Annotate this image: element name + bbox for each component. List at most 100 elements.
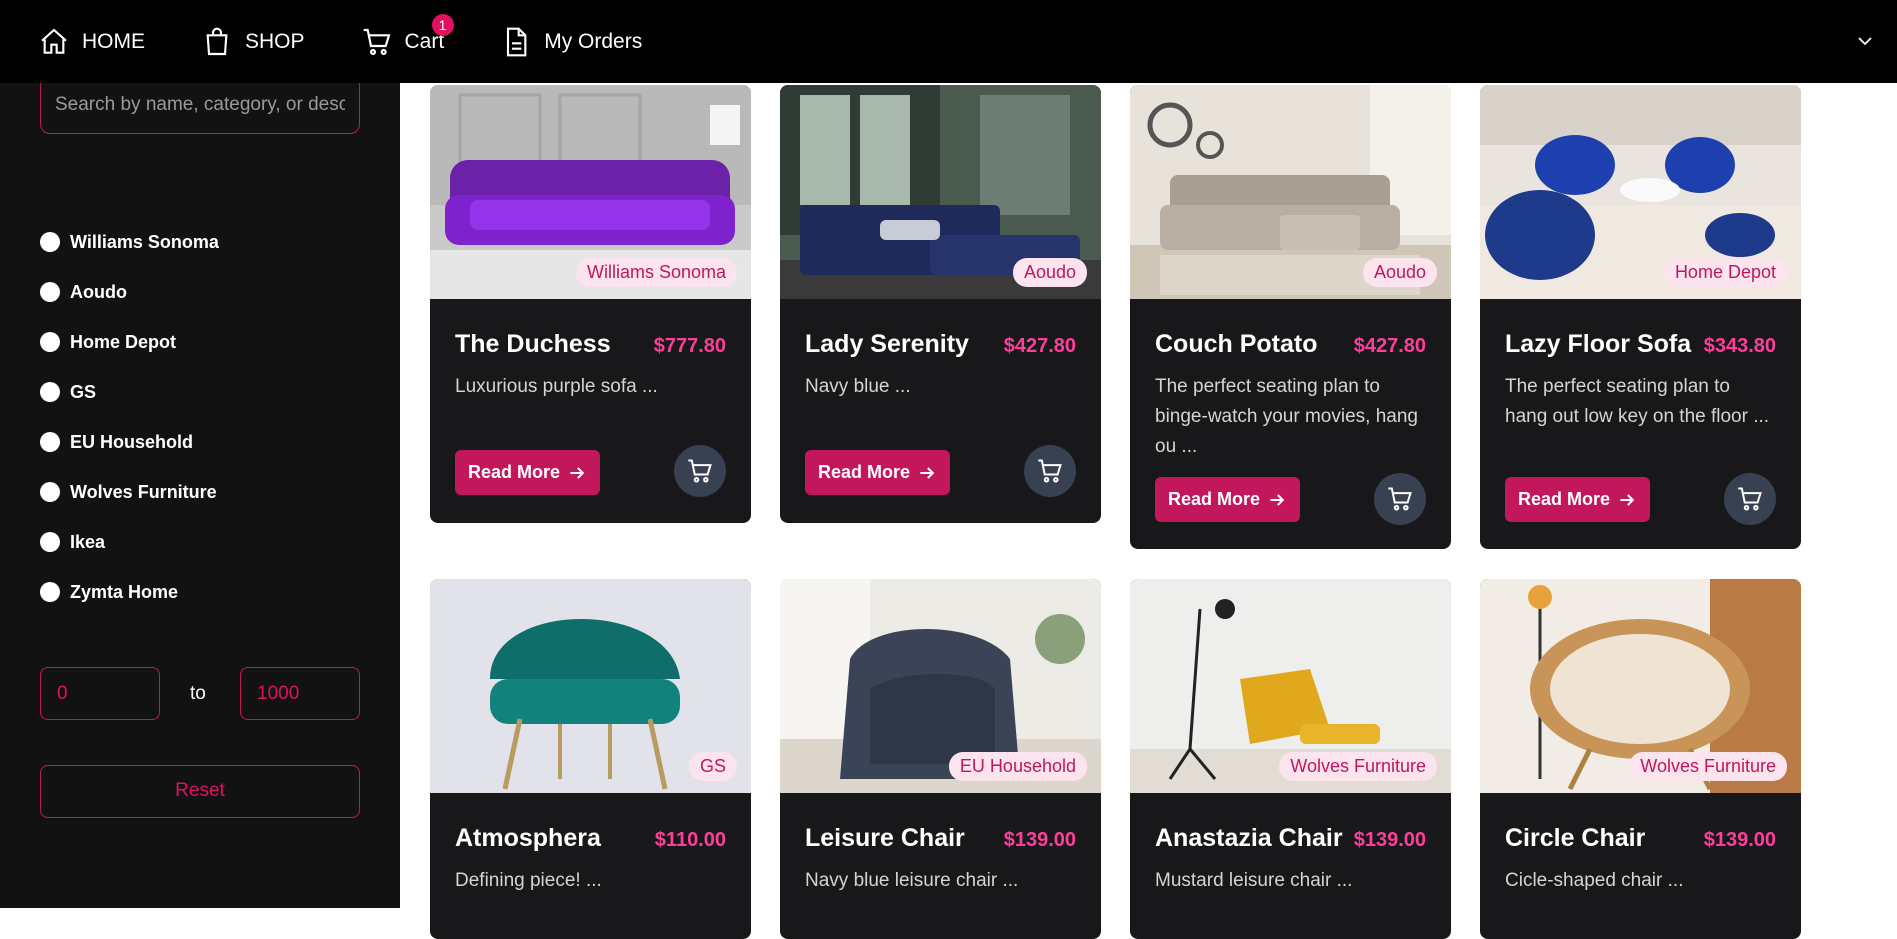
product-image[interactable]: Home Depot <box>1480 85 1801 299</box>
brand-tag: Home Depot <box>1663 258 1787 287</box>
read-more-button[interactable]: Read More <box>1505 477 1650 522</box>
shopping-bag-icon <box>206 27 228 55</box>
search-input[interactable] <box>40 76 360 134</box>
brand-filter-label: Wolves Furniture <box>70 481 217 502</box>
product-image[interactable]: GS <box>430 579 751 793</box>
brand-filter-label: EU Household <box>70 431 194 452</box>
brand-filter-label: Home Depot <box>70 331 177 352</box>
product-title: The Duchess <box>455 330 611 358</box>
product-image[interactable]: EU Household <box>780 579 1101 793</box>
brand-tag: GS <box>688 752 737 781</box>
brand-filter-williams-sonoma[interactable]: Williams Sonoma <box>40 217 219 267</box>
brand-filter-ikea[interactable]: Ikea <box>40 517 219 567</box>
brand-filter-label: Aoudo <box>70 281 127 302</box>
brand-filter-label: Williams Sonoma <box>70 231 219 252</box>
read-more-label: Read More <box>1517 489 1611 509</box>
product-card: Williams Sonoma The Duchess $777.80 Luxu… <box>430 85 751 523</box>
product-description: Cicle-shaped chair ... <box>1505 870 1684 891</box>
product-title: Lazy Floor Sofa <box>1505 330 1692 358</box>
product-price: $139.00 <box>1703 829 1776 851</box>
radio-button[interactable] <box>40 532 60 552</box>
product-price: $427.80 <box>1003 335 1076 357</box>
price-range-separator: to <box>190 683 206 704</box>
brand-tag: Aoudo <box>1012 258 1087 287</box>
product-image[interactable]: Aoudo <box>1130 85 1451 299</box>
product-title: Atmosphera <box>455 824 601 852</box>
brand-filter-wolves-furniture[interactable]: Wolves Furniture <box>40 467 219 517</box>
nav-shop[interactable]: SHOP <box>201 26 305 58</box>
radio-button[interactable] <box>40 332 60 352</box>
cart-count-badge: 1 <box>431 13 454 36</box>
arrow-right-icon <box>570 466 585 479</box>
radio-button[interactable] <box>40 232 60 252</box>
cart-icon <box>363 28 390 55</box>
product-description: Luxurious purple sofa ... <box>455 376 658 397</box>
brand-filter-label: Zymta Home <box>70 581 179 602</box>
filter-sidebar: Williams Sonoma Aoudo Home Depot GS EU H… <box>0 76 400 908</box>
product-title: Couch Potato <box>1155 330 1318 358</box>
product-price: $343.80 <box>1703 335 1776 357</box>
brand-filter-list: Williams Sonoma Aoudo Home Depot GS EU H… <box>40 217 219 617</box>
product-title: Circle Chair <box>1505 824 1646 852</box>
home-icon <box>41 28 67 54</box>
price-min-input[interactable]: 0 <box>40 667 160 720</box>
brand-filter-eu-household[interactable]: EU Household <box>40 417 219 467</box>
radio-button[interactable] <box>40 582 60 602</box>
add-to-cart-button[interactable] <box>1024 445 1076 497</box>
brand-filter-home-depot[interactable]: Home Depot <box>40 317 219 367</box>
brand-filter-zymta-home[interactable]: Zymta Home <box>40 567 219 617</box>
read-more-button[interactable]: Read More <box>1155 477 1300 522</box>
arrow-right-icon <box>1270 493 1285 506</box>
read-more-label: Read More <box>1167 489 1261 509</box>
product-image[interactable]: Williams Sonoma <box>430 85 751 299</box>
product-price: $427.80 <box>1353 335 1426 357</box>
product-title: Lady Serenity <box>805 330 969 358</box>
nav-shop-label: SHOP <box>245 29 305 53</box>
chevron-down-icon[interactable] <box>1853 29 1877 53</box>
cart-icon <box>1388 487 1412 511</box>
product-description: Navy blue ... <box>805 376 911 397</box>
product-card: Aoudo Couch Potato $427.80 The perfect s… <box>1130 85 1451 549</box>
add-to-cart-button[interactable] <box>1374 473 1426 525</box>
product-price: $139.00 <box>1003 829 1076 851</box>
price-max-input[interactable]: 1000 <box>240 667 360 720</box>
brand-tag: EU Household <box>948 752 1087 781</box>
product-card: Wolves Furniture Anastazia Chair $139.00… <box>1130 579 1451 939</box>
product-card: EU Household Leisure Chair $139.00 Navy … <box>780 579 1101 939</box>
read-more-button[interactable]: Read More <box>455 450 600 495</box>
nav-my-orders-label: My Orders <box>544 29 643 53</box>
radio-button[interactable] <box>40 382 60 402</box>
product-description: Navy blue leisure chair ... <box>805 870 1019 891</box>
cart-icon <box>1738 487 1762 511</box>
product-price: $139.00 <box>1353 829 1426 851</box>
product-image[interactable]: Aoudo <box>780 85 1101 299</box>
radio-button[interactable] <box>40 432 60 452</box>
product-price: $777.80 <box>653 335 726 357</box>
product-image[interactable]: Wolves Furniture <box>1130 579 1451 793</box>
product-title: Leisure Chair <box>805 824 965 852</box>
add-to-cart-button[interactable] <box>674 445 726 497</box>
brand-filter-aoudo[interactable]: Aoudo <box>40 267 219 317</box>
top-nav: HOME SHOP Cart 1 My Orders <box>0 0 1897 83</box>
product-description: The perfect seating plan to hang out low… <box>1505 376 1770 427</box>
radio-button[interactable] <box>40 282 60 302</box>
brand-filter-label: Ikea <box>70 531 106 552</box>
read-more-button[interactable]: Read More <box>805 450 950 495</box>
read-more-label: Read More <box>817 462 911 482</box>
product-title: Anastazia Chair <box>1155 824 1343 852</box>
nav-my-orders[interactable]: My Orders <box>500 26 642 58</box>
arrow-right-icon <box>1620 493 1635 506</box>
brand-filter-gs[interactable]: GS <box>40 367 219 417</box>
nav-cart[interactable]: Cart 1 <box>361 13 454 58</box>
nav-home-label: HOME <box>82 29 145 53</box>
nav-home[interactable]: HOME <box>38 26 145 58</box>
radio-button[interactable] <box>40 482 60 502</box>
add-to-cart-button[interactable] <box>1724 473 1776 525</box>
reset-button[interactable]: Reset <box>40 765 360 818</box>
product-description: The perfect seating plan to binge-watch … <box>1155 376 1418 457</box>
brand-tag: Wolves Furniture <box>1629 752 1787 781</box>
product-image[interactable]: Wolves Furniture <box>1480 579 1801 793</box>
product-description: Defining piece! ... <box>455 870 602 891</box>
product-price: $110.00 <box>654 829 726 851</box>
cart-icon <box>688 459 712 483</box>
